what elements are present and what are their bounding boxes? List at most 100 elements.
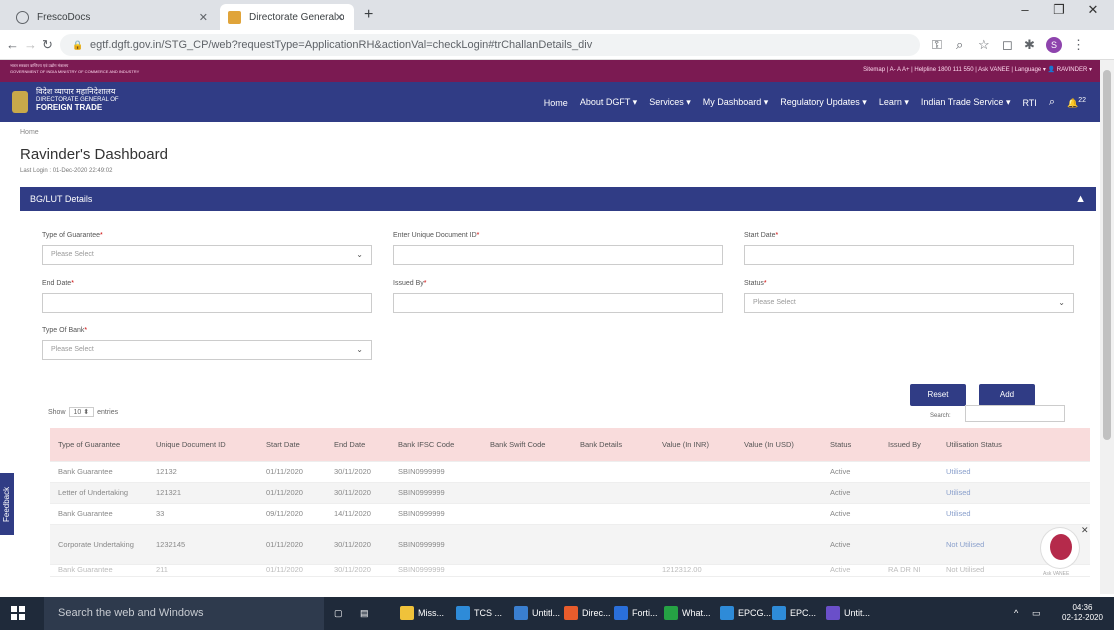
table-cell: RA DR NI (880, 564, 938, 577)
end-date-input[interactable] (42, 293, 372, 313)
reset-button[interactable]: Reset (910, 384, 966, 406)
chevron-up-icon[interactable]: ^ (1014, 602, 1018, 624)
taskbar-app[interactable]: Untit... (826, 602, 870, 624)
type-guarantee-select[interactable]: Please Select ⌄ (42, 245, 372, 265)
app-icon (514, 606, 528, 620)
app-label: Untit... (844, 608, 871, 618)
url-bar[interactable]: 🔒 egtf.dgft.gov.in/STG_CP/web?requestTyp… (60, 34, 920, 56)
taskbar-app[interactable]: EPC... (772, 602, 816, 624)
zoom-icon[interactable]: ⌕ (956, 37, 963, 53)
task-view-icon[interactable]: ▢ (334, 602, 343, 624)
type-bank-select[interactable]: Please Select ⌄ (42, 340, 372, 360)
taskbar-app[interactable]: Forti... (614, 602, 658, 624)
table-row: Bank Guarantee 12132 01/11/2020 30/11/2020 S… (50, 461, 1090, 483)
globe-icon (16, 10, 29, 24)
taskbar-app[interactable]: TCS ... (456, 602, 502, 624)
puzzle-icon[interactable]: ✱ (1024, 37, 1035, 53)
utilisation-status-link[interactable]: Utilised (938, 461, 1090, 483)
app-label: EPCG... (738, 608, 772, 618)
column-header[interactable]: Utilisation Status (938, 428, 1090, 462)
table-cell (880, 524, 938, 565)
table-cell (572, 482, 654, 504)
status-select[interactable]: Please Select ⌄ (744, 293, 1074, 313)
reload-icon[interactable]: ↻ (42, 37, 53, 53)
close-window-button[interactable]: ✕ (1078, 2, 1108, 18)
taskbar-app[interactable]: Miss... (400, 602, 444, 624)
feedback-tab[interactable]: Feedback (0, 473, 14, 535)
table-cell: Letter of Undertaking (50, 482, 148, 504)
nav-services[interactable]: Services ▾ (649, 97, 691, 108)
tab-dgft[interactable]: Directorate General of Foreign Tr ✕ (220, 4, 354, 30)
browser-tab-bar: FrescoDocs ✕ Directorate General of Fore… (0, 0, 1114, 30)
close-tab-icon[interactable]: ✕ (335, 11, 344, 24)
store-icon[interactable]: ▤ (360, 602, 369, 624)
tab-frescodocs[interactable]: FrescoDocs ✕ (8, 4, 218, 30)
column-header[interactable]: Issued By (880, 428, 938, 462)
extension-icon[interactable]: ◻ (1002, 37, 1013, 53)
table-cell: 1212312.00 (654, 564, 736, 577)
new-tab-button[interactable]: + (364, 6, 373, 24)
taskbar-app[interactable]: What... (664, 602, 711, 624)
windows-start-icon[interactable] (11, 606, 25, 620)
table-cell: Bank Guarantee (50, 461, 148, 483)
table-cell (482, 482, 572, 504)
profile-avatar[interactable]: S (1046, 37, 1062, 53)
close-tab-icon[interactable]: ✕ (199, 11, 208, 24)
add-button[interactable]: Add (979, 384, 1035, 406)
utilisation-status-link[interactable]: Utilised (938, 482, 1090, 504)
app-icon (720, 606, 734, 620)
column-header[interactable]: End Date (326, 428, 390, 462)
taskbar-app[interactable]: Untitl... (514, 602, 560, 624)
bglut-panel-header[interactable]: BG/LUT Details ▲ (20, 187, 1096, 211)
app-icon (456, 606, 470, 620)
star-icon[interactable]: ☆ (978, 37, 990, 53)
nav-home[interactable]: Home (544, 98, 568, 108)
nav-rti[interactable]: RTI (1022, 98, 1036, 108)
issued-by-input[interactable] (393, 293, 723, 313)
maximize-button[interactable]: ❐ (1044, 2, 1074, 18)
column-header[interactable]: Status (822, 428, 880, 462)
utility-links[interactable]: Sitemap | A- A A+ | Helpline 1800 111 55… (863, 66, 1092, 73)
nav-learn[interactable]: Learn ▾ (879, 97, 909, 108)
nav-regulatory-updates[interactable]: Regulatory Updates ▾ (780, 97, 867, 108)
column-header[interactable]: Value (In INR) (654, 428, 736, 462)
taskbar-search[interactable]: Search the web and Windows (44, 597, 324, 630)
column-header[interactable]: Value (In USD) (736, 428, 822, 462)
nav-my-dashboard[interactable]: My Dashboard ▾ (703, 97, 769, 108)
column-header[interactable]: Bank Swift Code (482, 428, 572, 462)
logo-line3: FOREIGN TRADE (36, 103, 103, 112)
search-icon[interactable]: ⌕ (1049, 96, 1055, 109)
start-date-input[interactable] (744, 245, 1074, 265)
menu-dots-icon[interactable]: ⋮ (1072, 37, 1085, 53)
udid-input[interactable] (393, 245, 723, 265)
minimize-button[interactable]: – (1010, 2, 1040, 17)
table-cell (880, 503, 938, 525)
bell-icon[interactable]: 🔔22 (1067, 97, 1086, 109)
entries-select[interactable]: 10 ⬍ (68, 407, 95, 417)
column-header[interactable]: Start Date (258, 428, 326, 462)
table-cell: 1232145 (148, 524, 258, 565)
scrollbar-thumb[interactable] (1103, 70, 1111, 440)
chatbot-avatar[interactable] (1040, 527, 1080, 569)
column-header[interactable]: Unique Document ID (148, 428, 258, 462)
column-header[interactable]: Type of Guarantee (50, 428, 148, 462)
forward-arrow-icon[interactable]: → (24, 37, 37, 52)
column-header[interactable]: Bank IFSC Code (390, 428, 482, 462)
nav-indian-trade-service[interactable]: Indian Trade Service ▾ (921, 97, 1011, 108)
nav-about-dgft[interactable]: About DGFT ▾ (580, 97, 637, 108)
breadcrumb[interactable]: Home (20, 129, 39, 136)
last-login: Last Login : 01-Dec-2020 22:49:02 (20, 168, 113, 174)
back-arrow-icon[interactable]: ← (6, 37, 19, 52)
chatbot-close-icon[interactable]: ✕ (1081, 525, 1089, 536)
utilisation-status-link[interactable]: Utilised (938, 503, 1090, 525)
taskbar-app[interactable]: Direc... (564, 602, 611, 624)
column-header[interactable]: Bank Details (572, 428, 654, 462)
key-icon[interactable]: ⚿ (932, 37, 942, 53)
taskbar-app[interactable]: EPCG... (720, 602, 771, 624)
table-cell: 30/11/2020 (326, 564, 390, 577)
table-cell: Active (822, 461, 880, 483)
notification-icon[interactable]: ▭ (1032, 602, 1041, 624)
table-search-input[interactable] (965, 405, 1065, 422)
chevron-up-icon[interactable]: ▲ (1075, 187, 1086, 211)
table-cell (880, 482, 938, 504)
